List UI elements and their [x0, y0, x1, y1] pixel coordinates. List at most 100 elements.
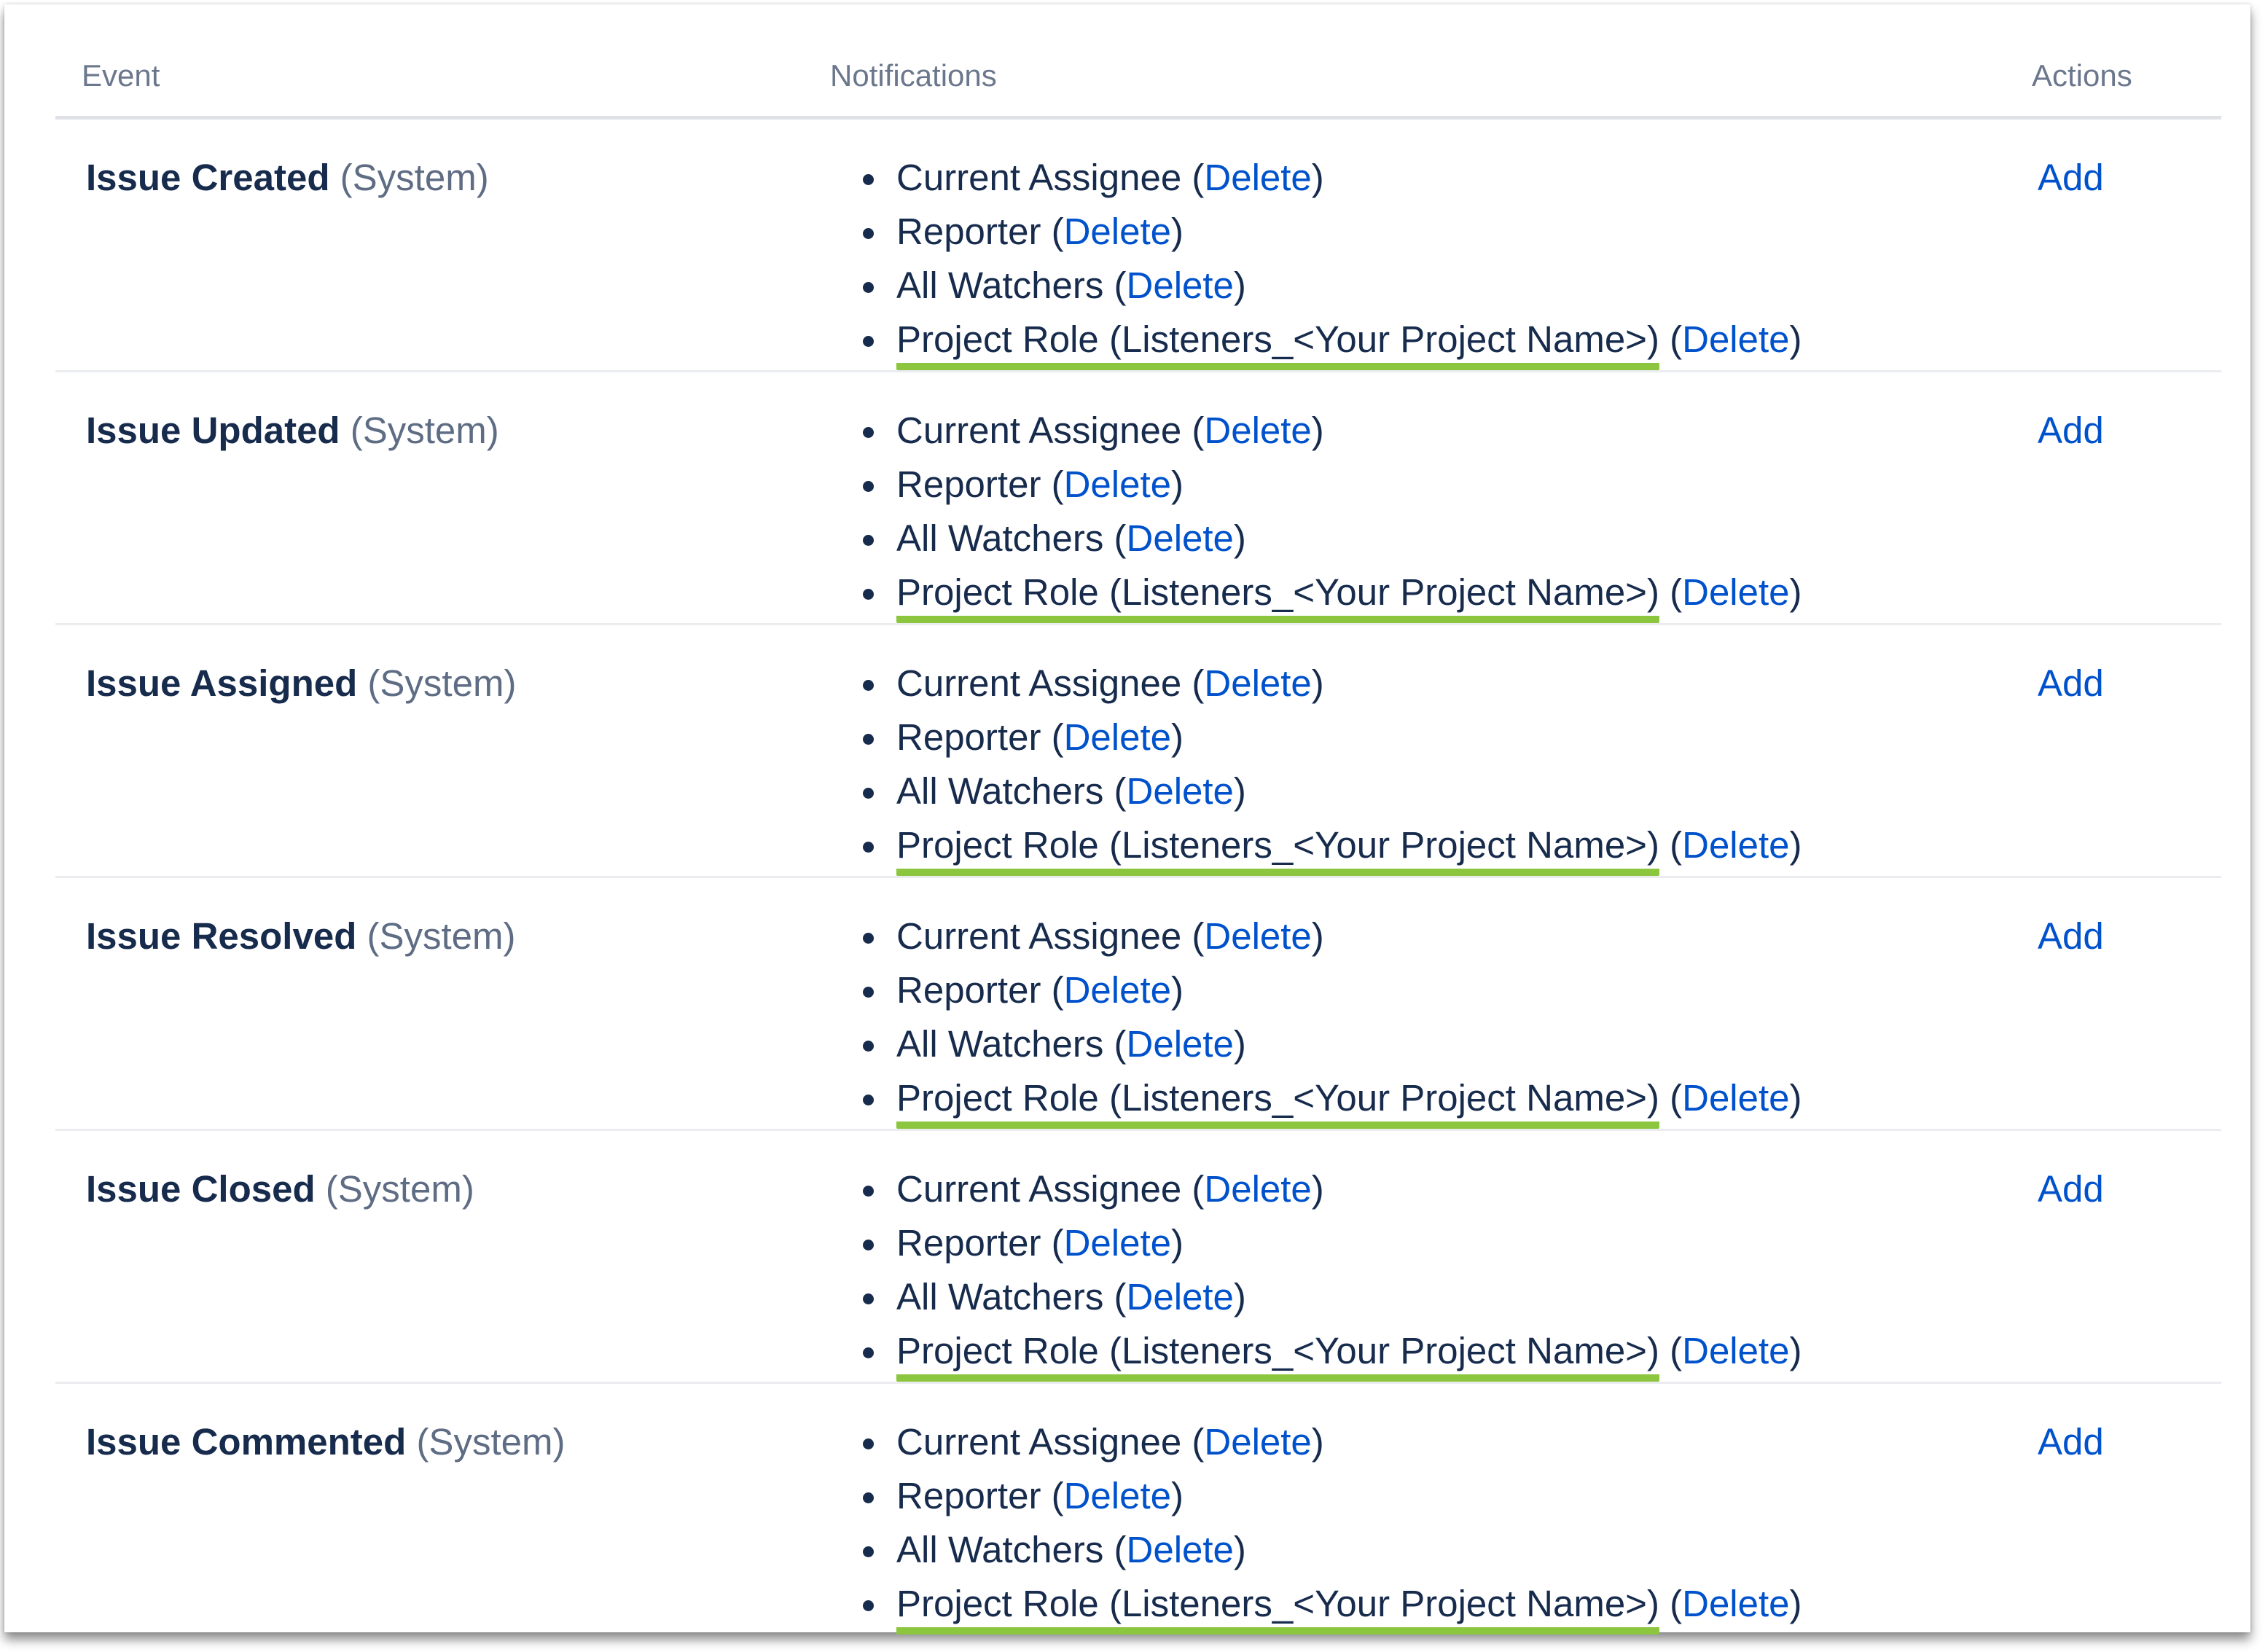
- delete-link[interactable]: Delete: [1682, 1330, 1789, 1371]
- delete-link[interactable]: Delete: [1204, 410, 1311, 451]
- delete-link[interactable]: Delete: [1682, 1583, 1789, 1624]
- event-name: Issue Commented (System): [86, 1419, 565, 1465]
- notification-recipient: Reporter: [896, 211, 1041, 252]
- notification-recipient: Current Assignee: [896, 915, 1182, 957]
- bullet-icon: [863, 987, 874, 998]
- delete-link[interactable]: Delete: [1204, 1421, 1311, 1463]
- delete-link[interactable]: Delete: [1064, 969, 1171, 1011]
- notification-list: Current Assignee (Delete) Reporter (Delet…: [860, 154, 1802, 370]
- delete-link[interactable]: Delete: [1682, 824, 1789, 866]
- notification-item: All Watchers (Delete): [860, 1021, 1802, 1075]
- notification-recipient: Current Assignee: [896, 662, 1182, 704]
- delete-link[interactable]: Delete: [1064, 716, 1171, 758]
- delete-link[interactable]: Delete: [1064, 1222, 1171, 1264]
- table-row: Issue Created (System) Current Assignee (…: [55, 120, 2221, 372]
- event-title: Issue Assigned: [86, 662, 358, 704]
- notification-recipient: Reporter: [896, 716, 1041, 758]
- bullet-icon: [863, 933, 874, 944]
- event-type: (System): [416, 1421, 566, 1463]
- notification-item: Reporter (Delete): [860, 714, 1802, 768]
- add-notification-link[interactable]: Add: [2038, 913, 2104, 960]
- column-header-notifications: Notifications: [830, 58, 997, 93]
- notification-recipient: All Watchers: [896, 1276, 1104, 1318]
- bullet-icon: [863, 680, 874, 691]
- add-notification-link[interactable]: Add: [2038, 1419, 2104, 1465]
- add-notification-link[interactable]: Add: [2038, 1166, 2104, 1213]
- bullet-icon: [863, 535, 874, 546]
- bullet-icon: [863, 1041, 874, 1052]
- event-name: Issue Assigned (System): [86, 660, 516, 707]
- bullet-icon: [863, 1095, 874, 1105]
- notification-item: Current Assignee (Delete): [860, 1166, 1802, 1220]
- event-name: Issue Resolved (System): [86, 913, 516, 960]
- bullet-icon: [863, 1546, 874, 1557]
- delete-link[interactable]: Delete: [1682, 1077, 1789, 1119]
- bullet-icon: [863, 1492, 874, 1503]
- bullet-icon: [863, 481, 874, 492]
- column-header-event: Event: [82, 58, 160, 93]
- event-title: Issue Closed: [86, 1168, 316, 1210]
- delete-link[interactable]: Delete: [1204, 915, 1311, 957]
- bullet-icon: [863, 336, 874, 347]
- delete-link[interactable]: Delete: [1064, 463, 1171, 505]
- delete-link[interactable]: Delete: [1204, 157, 1311, 198]
- bullet-icon: [863, 734, 874, 745]
- notification-list: Current Assignee (Delete) Reporter (Delet…: [860, 1419, 1802, 1635]
- notification-item: Current Assignee (Delete): [860, 407, 1802, 461]
- notification-item: Reporter (Delete): [860, 1473, 1802, 1527]
- delete-link[interactable]: Delete: [1204, 662, 1311, 704]
- bullet-icon: [863, 1438, 874, 1449]
- event-type: (System): [325, 1168, 474, 1210]
- notification-list: Current Assignee (Delete) Reporter (Delet…: [860, 407, 1802, 623]
- event-name: Issue Updated (System): [86, 407, 499, 454]
- notification-recipient: Reporter: [896, 463, 1041, 505]
- delete-link[interactable]: Delete: [1204, 1168, 1311, 1210]
- event-type: (System): [340, 157, 489, 198]
- bullet-icon: [863, 788, 874, 799]
- bullet-icon: [863, 842, 874, 853]
- notification-recipient: All Watchers: [896, 770, 1104, 812]
- bullet-icon: [863, 589, 874, 600]
- notification-item: Project Role (Listeners_<Your Project Na…: [860, 1328, 1802, 1382]
- notification-item: Project Role (Listeners_<Your Project Na…: [860, 316, 1802, 370]
- notification-list: Current Assignee (Delete) Reporter (Delet…: [860, 1166, 1802, 1382]
- bullet-icon: [863, 1600, 874, 1611]
- notification-recipient: All Watchers: [896, 517, 1104, 559]
- table-row: Issue Assigned (System) Current Assignee …: [55, 625, 2221, 878]
- table-row: Issue Commented (System) Current Assignee…: [55, 1384, 2221, 1637]
- add-notification-link[interactable]: Add: [2038, 154, 2104, 201]
- notification-item: All Watchers (Delete): [860, 1527, 1802, 1581]
- delete-link[interactable]: Delete: [1127, 770, 1234, 812]
- table-row: Issue Resolved (System) Current Assignee …: [55, 878, 2221, 1131]
- delete-link[interactable]: Delete: [1127, 1529, 1234, 1570]
- delete-link[interactable]: Delete: [1064, 1475, 1171, 1516]
- event-name: Issue Created (System): [86, 154, 489, 201]
- notification-item: Project Role (Listeners_<Your Project Na…: [860, 1075, 1802, 1129]
- notification-recipient: All Watchers: [896, 265, 1104, 306]
- delete-link[interactable]: Delete: [1127, 517, 1234, 559]
- notification-recipient: Reporter: [896, 1475, 1041, 1516]
- notification-recipient: Project Role (Listeners_<Your Project Na…: [896, 318, 1659, 370]
- delete-link[interactable]: Delete: [1682, 318, 1789, 360]
- delete-link[interactable]: Delete: [1127, 1276, 1234, 1318]
- delete-link[interactable]: Delete: [1127, 265, 1234, 306]
- notification-item: Project Role (Listeners_<Your Project Na…: [860, 1581, 1802, 1635]
- event-title: Issue Updated: [86, 410, 340, 451]
- notification-item: Current Assignee (Delete): [860, 1419, 1802, 1473]
- notification-item: Project Role (Listeners_<Your Project Na…: [860, 569, 1802, 623]
- notification-item: Reporter (Delete): [860, 967, 1802, 1021]
- notification-recipient: Current Assignee: [896, 157, 1182, 198]
- add-notification-link[interactable]: Add: [2038, 407, 2104, 454]
- add-notification-link[interactable]: Add: [2038, 660, 2104, 707]
- delete-link[interactable]: Delete: [1682, 571, 1789, 613]
- bullet-icon: [863, 174, 874, 185]
- bullet-icon: [863, 228, 874, 239]
- event-title: Issue Resolved: [86, 915, 357, 957]
- notification-recipient: All Watchers: [896, 1023, 1104, 1065]
- event-type: (System): [367, 662, 517, 704]
- notification-recipient: Project Role (Listeners_<Your Project Na…: [896, 1076, 1659, 1129]
- delete-link[interactable]: Delete: [1064, 211, 1171, 252]
- bullet-icon: [863, 1293, 874, 1304]
- delete-link[interactable]: Delete: [1127, 1023, 1234, 1065]
- notification-recipient: Project Role (Listeners_<Your Project Na…: [896, 571, 1659, 623]
